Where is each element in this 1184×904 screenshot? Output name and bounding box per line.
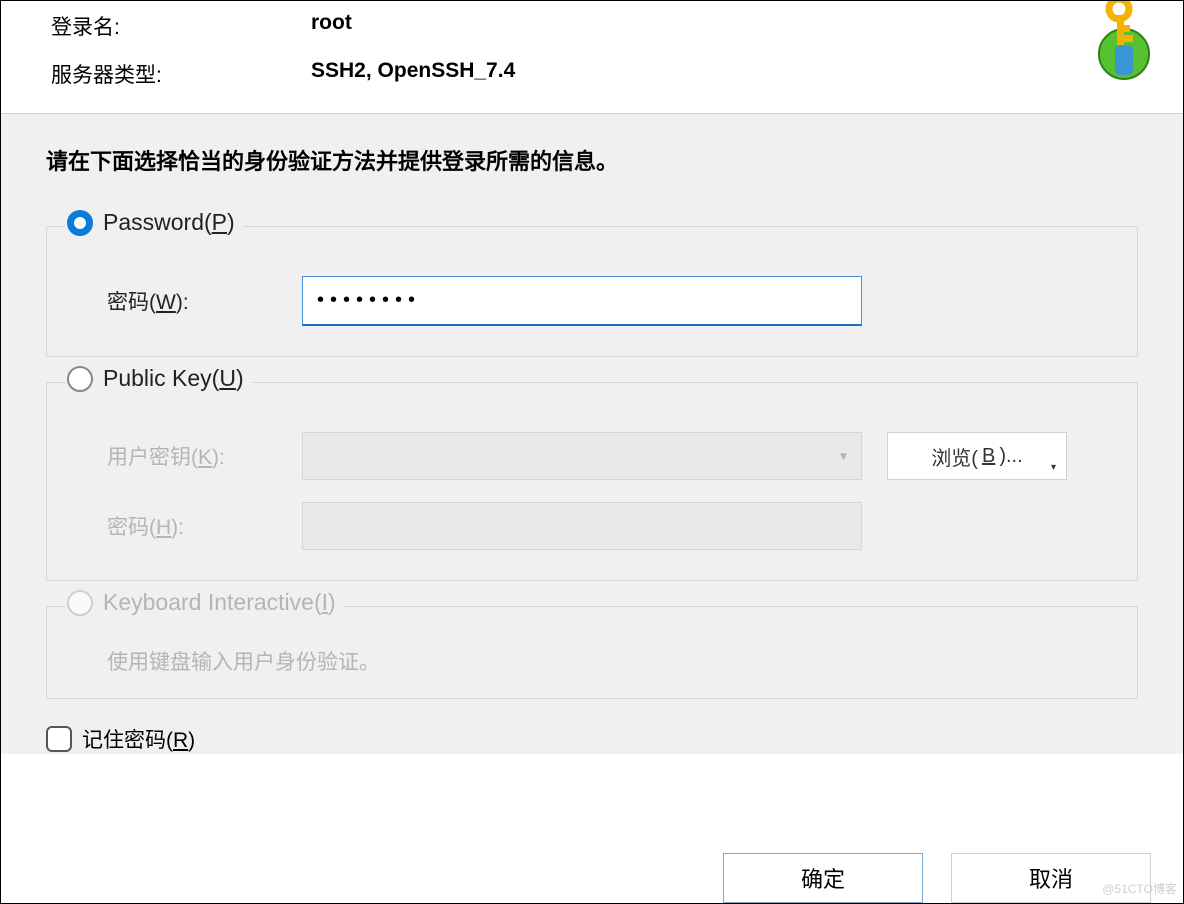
browse-button[interactable]: 浏览(B)... ▾ bbox=[887, 432, 1067, 480]
login-name-value: root bbox=[311, 11, 352, 41]
dropdown-caret-icon: ▾ bbox=[1051, 462, 1056, 473]
auth-keys-icon bbox=[1063, 1, 1163, 86]
password-auth-group: Password(P) 密码(W): bbox=[46, 226, 1138, 357]
instruction-text: 请在下面选择恰当的身份验证方法并提供登录所需的信息。 bbox=[46, 144, 1138, 176]
remember-password-checkbox[interactable] bbox=[46, 726, 72, 752]
password-radio-label[interactable]: Password(P) bbox=[103, 209, 235, 236]
keyboard-radio bbox=[67, 590, 93, 616]
pk-password-input bbox=[302, 502, 862, 550]
password-radio[interactable] bbox=[67, 210, 93, 236]
watermark-text: @51CTO博客 bbox=[1102, 880, 1177, 897]
server-type-label: 服务器类型: bbox=[51, 59, 311, 89]
login-name-label: 登录名: bbox=[51, 11, 311, 41]
ok-button[interactable]: 确定 bbox=[723, 853, 923, 903]
user-key-label: 用户密钥(K): bbox=[107, 441, 302, 471]
connection-info-header: 登录名: root 服务器类型: SSH2, OpenSSH_7.4 bbox=[1, 1, 1183, 114]
server-type-value: SSH2, OpenSSH_7.4 bbox=[311, 59, 515, 89]
password-input[interactable] bbox=[302, 276, 862, 326]
chevron-down-icon: ▾ bbox=[840, 448, 847, 465]
keyboard-auth-group: Keyboard Interactive(I) 使用键盘输入用户身份验证。 bbox=[46, 606, 1138, 699]
remember-password-row[interactable]: 记住密码(R) bbox=[46, 724, 1138, 754]
dialog-buttons: 确定 取消 bbox=[723, 853, 1151, 903]
password-field-label: 密码(W): bbox=[107, 286, 302, 316]
dialog-body: 请在下面选择恰当的身份验证方法并提供登录所需的信息。 Password(P) 密… bbox=[1, 114, 1183, 754]
publickey-radio-label[interactable]: Public Key(U) bbox=[103, 365, 244, 392]
ssh-auth-dialog: 登录名: root 服务器类型: SSH2, OpenSSH_7.4 请在下面选… bbox=[0, 0, 1184, 904]
user-key-combo: ▾ bbox=[302, 432, 862, 480]
pk-password-label: 密码(H): bbox=[107, 511, 302, 541]
keyboard-desc: 使用键盘输入用户身份验证。 bbox=[67, 646, 1117, 676]
publickey-radio[interactable] bbox=[67, 366, 93, 392]
remember-password-label: 记住密码(R) bbox=[82, 724, 195, 754]
keyboard-radio-label: Keyboard Interactive(I) bbox=[103, 589, 336, 616]
publickey-auth-group: Public Key(U) 用户密钥(K): ▾ 浏览(B)... ▾ 密码(H… bbox=[46, 382, 1138, 581]
